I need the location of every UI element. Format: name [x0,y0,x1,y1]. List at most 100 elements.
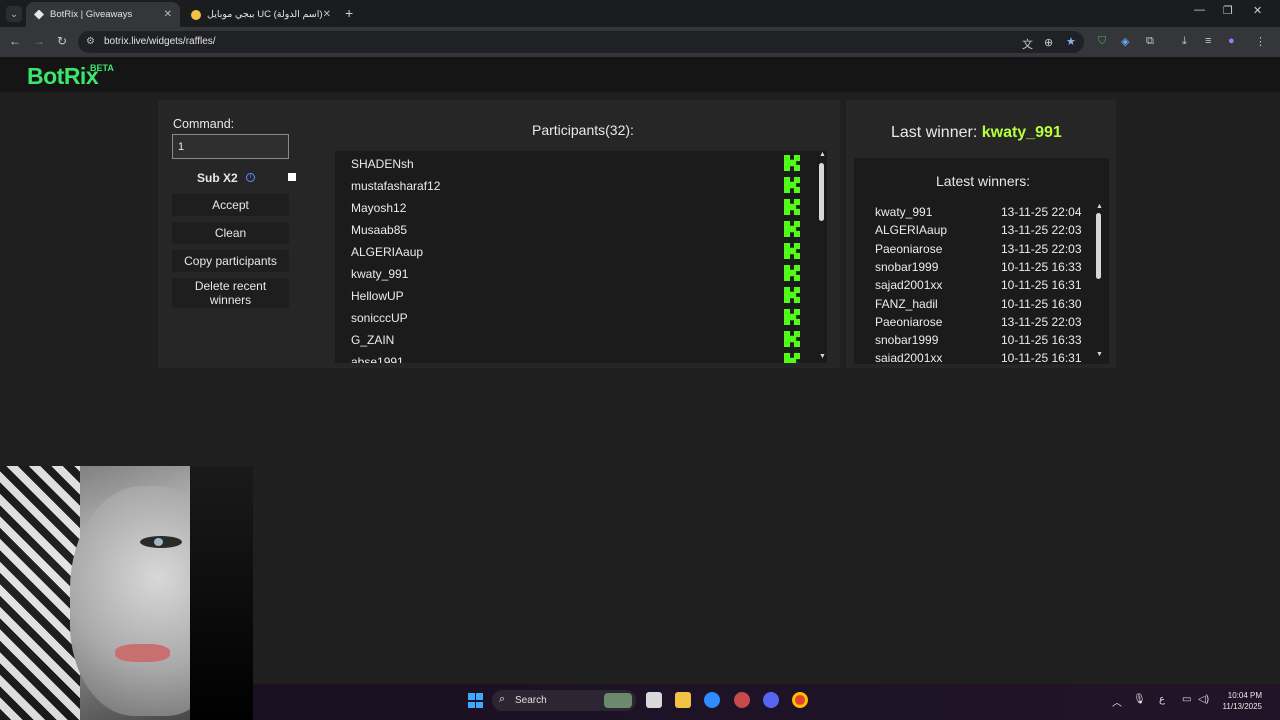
file-explorer-icon[interactable] [675,692,691,708]
tray-chevron-up-icon[interactable]: ︿ [1112,694,1122,709]
participant-name: kwaty_991 [351,267,409,281]
window-close-icon[interactable]: ✕ [1253,4,1262,17]
participants-title: Participants(32): [532,122,634,138]
winner-name: snobar1999 [875,259,939,274]
network-icon[interactable]: ▭ [1182,694,1191,705]
kick-platform-icon [784,309,800,325]
maximize-icon[interactable]: ❐ [1223,4,1233,17]
kick-platform-icon [784,353,800,363]
windows-start-icon[interactable] [468,693,483,708]
browser-tab-strip: ⌄ BotRix | Giveaways ✕ ببجي موبايل UC (ا… [0,0,1280,27]
taskbar-search-box[interactable]: ⌕ Search [492,690,636,711]
winner-name: FANZ_hadil [875,296,938,311]
participant-name: HellowUP [351,289,404,303]
site-info-icon[interactable]: ⚙ [86,36,95,47]
winner-date: 10-11-25 16:31 [1001,278,1082,293]
tab-close-icon[interactable]: ✕ [164,9,172,20]
extensions-puzzle-icon[interactable]: ⧉ [1146,35,1154,48]
winners-scroll-down-arrow-icon[interactable]: ▼ [1096,351,1103,358]
winners-scrollbar-thumb[interactable] [1096,213,1101,279]
taskbar-search-label: Search [515,695,547,706]
minimize-icon[interactable]: — [1194,4,1205,16]
menu-kebab-icon[interactable]: ⋮ [1255,35,1266,48]
tab-pubg-uc[interactable]: ببجي موبايل UC (اسم الدولة) | ك... ✕ [183,2,339,27]
address-bar[interactable]: ⚙ botrix.live/widgets/raffles/ 文 ⊕ ★ [78,31,1084,53]
sub-x2-checkbox[interactable] [288,173,296,181]
participants-scrollbar-thumb[interactable] [819,163,824,221]
volume-icon[interactable]: ◁) [1198,694,1209,705]
participant-name: ALGERIAaup [351,245,424,259]
participant-row: kwaty_991 [335,262,805,284]
winner-date: 10-11-25 16:30 [1001,296,1082,311]
microphone-icon[interactable]: 🎙 [1133,694,1146,705]
new-tab-plus-icon[interactable]: + [345,5,353,21]
participant-name: Musaab85 [351,223,408,237]
winner-date: 10-11-25 16:31 [1001,351,1082,362]
profile-avatar-icon[interactable]: ● [1228,35,1235,47]
winner-row: sajad2001xx 10-11-25 16:31 [875,351,1090,362]
copy-participants-button[interactable]: Copy participants [172,250,289,272]
media-control-icon[interactable]: ≡ [1205,35,1211,47]
winner-name: Paeoniarose [875,241,943,256]
reload-icon[interactable]: ↻ [57,34,67,48]
winner-row: snobar1999 10-11-25 16:33 [875,333,1090,351]
sub-x2-label: Sub X2 [197,171,238,185]
command-input[interactable] [172,134,289,159]
app-red-icon[interactable] [734,692,750,708]
participant-row: Mayosh12 [335,196,805,218]
chrome-icon[interactable] [792,692,808,708]
shield-extension-icon[interactable]: ⛉ [1098,35,1106,48]
kick-platform-icon [784,221,800,237]
winner-date: 13-11-25 22:03 [1001,314,1082,329]
winner-name: snobar1999 [875,333,939,348]
participant-row: ALGERIAaup [335,240,805,262]
participant-row: SHADENsh [335,152,805,174]
discord-icon[interactable] [763,692,779,708]
winner-row: ALGERIAaup 13-11-25 22:03 [875,223,1090,241]
translate-icon[interactable]: 文 [1022,36,1033,52]
webcam-lips [115,644,170,662]
download-icon[interactable]: ⤓ [1182,35,1187,48]
participants-list[interactable]: ▲ ▼ SHADENsh mustafasharaf12 Mayosh12 Musaa… [335,151,827,363]
winner-date: 13-11-25 22:03 [1001,241,1082,256]
app-blue-icon[interactable] [704,692,720,708]
forward-arrow-icon[interactable]: → [33,34,45,48]
botrix-logo[interactable]: BotRix [27,63,99,90]
kick-platform-icon [784,177,800,193]
tab-title: ببجي موبايل UC (اسم الدولة) | ك... [207,9,323,20]
task-view-icon[interactable] [646,692,662,708]
webcam-eye [140,536,182,548]
kick-platform-icon [784,199,800,215]
tab-close-icon[interactable]: ✕ [323,9,331,20]
extension-blue-icon[interactable]: ◈ [1121,35,1129,48]
scroll-down-arrow-icon[interactable]: ▼ [819,353,826,360]
kick-platform-icon [784,155,800,171]
last-winner-label: Last winner: [891,124,978,141]
participant-name: G_ZAIN [351,333,395,347]
kick-platform-icon [784,265,800,281]
address-url: botrix.live/widgets/raffles/ [104,36,216,47]
winner-date: 10-11-25 16:33 [1001,333,1082,348]
botrix-favicon-icon [34,9,44,20]
page-header: BotRix BETA [0,57,1280,92]
last-winner-name: kwaty_991 [981,124,1062,141]
info-icon[interactable]: i [246,173,255,182]
zoom-icon[interactable]: ⊕ [1044,36,1053,49]
taskbar-clock[interactable]: 10:04 PM 11/13/2025 [1216,690,1262,712]
bookmark-star-icon[interactable]: ★ [1066,35,1076,48]
winners-scroll-up-arrow-icon[interactable]: ▲ [1096,203,1103,210]
latest-winners-title: Latest winners: [936,173,1031,189]
scroll-up-arrow-icon[interactable]: ▲ [819,151,826,158]
back-arrow-icon[interactable]: ← [9,34,21,48]
browser-toolbar: ← → ↻ ⚙ botrix.live/widgets/raffles/ 文 ⊕… [0,27,1280,57]
accept-button[interactable]: Accept [172,194,289,216]
winner-row: snobar1999 10-11-25 16:33 [875,260,1090,278]
clock-date: 11/13/2025 [1222,702,1262,711]
tab-botrix-giveaways[interactable]: BotRix | Giveaways ✕ [26,2,180,27]
clean-button[interactable]: Clean [172,222,289,244]
kick-platform-icon [784,331,800,347]
delete-recent-winners-button[interactable]: Delete recent winners [172,278,289,308]
participant-row: Musaab85 [335,218,805,240]
tray-language[interactable]: ع [1159,694,1165,705]
tab-search-icon[interactable]: ⌄ [6,6,22,22]
